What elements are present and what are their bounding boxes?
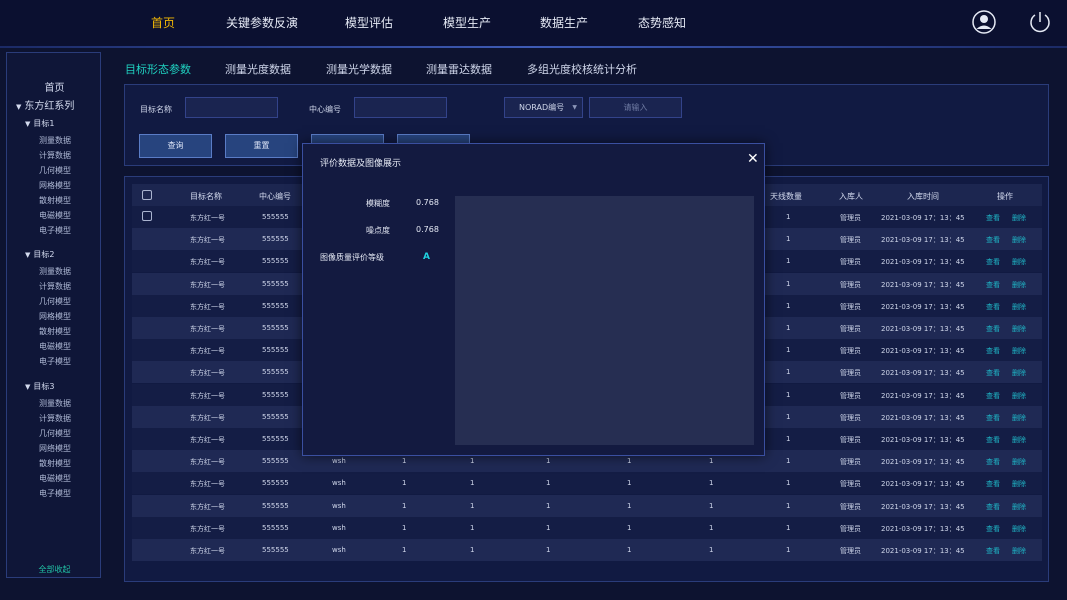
- quality-grade-label: 图像质量评价等级: [320, 253, 384, 262]
- noise-label: 噪点度: [366, 226, 390, 235]
- quality-grade-value: A: [423, 252, 430, 262]
- modal-title: 评价数据及图像展示: [320, 159, 402, 169]
- modal-overlay: 评价数据及图像展示 ✕ 模糊度 0.768 噪点度 0.768 图像质量评价等级…: [0, 0, 1067, 600]
- noise-value: 0.768: [416, 225, 439, 234]
- evaluation-modal: 评价数据及图像展示 ✕ 模糊度 0.768 噪点度 0.768 图像质量评价等级…: [302, 143, 765, 456]
- blur-value: 0.768: [416, 198, 439, 207]
- image-preview: [455, 196, 754, 445]
- close-icon[interactable]: ✕: [747, 152, 759, 166]
- blur-label: 模糊度: [366, 199, 390, 208]
